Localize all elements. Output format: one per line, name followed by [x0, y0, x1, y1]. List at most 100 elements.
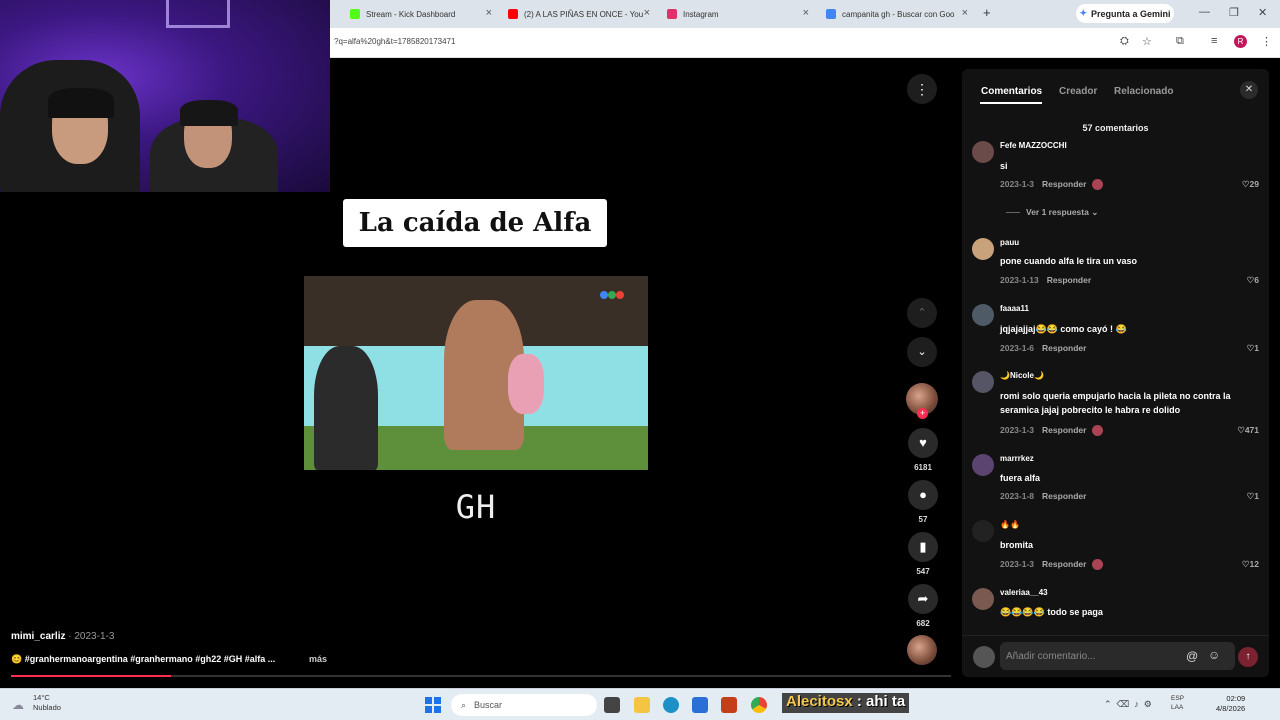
reply-button[interactable]: Responder — [1042, 179, 1086, 189]
url-text[interactable]: ?q=alfa%20gh&t=1785820173471 — [334, 37, 455, 46]
taskbar-clock[interactable]: 02:09 4/8/2026 — [1216, 694, 1245, 714]
minimize-icon[interactable]: — — [1199, 6, 1210, 18]
comment-input[interactable] — [1000, 642, 1235, 670]
commenter-avatar[interactable] — [972, 454, 994, 476]
close-tab-icon[interactable]: × — [486, 7, 492, 19]
commenter-avatar[interactable] — [972, 304, 994, 326]
channel-logo-icon — [600, 286, 630, 299]
comment-button[interactable]: ● — [908, 480, 938, 510]
maximize-icon[interactable]: ❐ — [1229, 6, 1239, 19]
weather-condition: Nublado — [33, 703, 61, 712]
comment-text: pone cuando alfa le tira un vaso — [1000, 256, 1138, 266]
commenter-avatar[interactable] — [972, 238, 994, 260]
close-tab-icon[interactable]: × — [644, 7, 650, 19]
comment-date: 2023-1-3 — [1000, 179, 1035, 189]
commenter-name[interactable]: marrrkez — [1000, 454, 1034, 463]
commenter-name[interactable]: 🔥🔥 — [1000, 520, 1020, 529]
translate-icon[interactable]: ⛭ — [1120, 35, 1129, 48]
description-more-link[interactable]: más — [309, 654, 327, 664]
chrome-menu-icon[interactable]: ⋮ — [1261, 35, 1272, 48]
commenter-name[interactable]: faaaa11 — [1000, 304, 1029, 313]
close-window-icon[interactable]: ✕ — [1258, 6, 1267, 19]
video-author[interactable]: mimi_carliz · 2023-1-3 — [11, 631, 114, 642]
commenter-avatar[interactable] — [972, 588, 994, 610]
creator-liked-avatar — [1092, 425, 1104, 437]
commenter-name[interactable]: pauu — [1000, 238, 1019, 247]
weather-widget[interactable]: 14°C Nublado — [33, 693, 61, 713]
close-tab-icon[interactable]: × — [962, 7, 968, 19]
view-replies-button[interactable]: Ver 1 respuesta ⌄ — [1006, 207, 1098, 218]
commenter-avatar[interactable] — [972, 141, 994, 163]
task-view-icon[interactable] — [604, 697, 620, 713]
send-comment-button[interactable]: ↑ — [1238, 647, 1258, 667]
edge-browser-icon[interactable] — [663, 697, 679, 713]
next-video-button[interactable]: ⌄ — [907, 337, 937, 367]
tab-youtube[interactable]: (2) A LAS PIÑAS EN ONCE - You × — [500, 4, 656, 24]
emoji-icon[interactable]: ☺ — [1208, 648, 1220, 662]
video-player[interactable] — [304, 276, 648, 470]
tab-title: Stream - Kick Dashboard — [366, 9, 456, 19]
author-name[interactable]: mimi_carliz — [11, 631, 65, 642]
comment-date: 2023-1-3 — [1000, 559, 1035, 569]
close-panel-button[interactable]: ✕ — [1240, 81, 1258, 99]
more-options-button[interactable]: ⋮ — [907, 74, 937, 104]
comment-like-button[interactable]: ♡471 — [1237, 425, 1259, 436]
reply-button[interactable]: Responder — [1042, 425, 1086, 435]
comment-like-button[interactable]: ♡1 — [1247, 491, 1259, 502]
search-icon: ⌕ — [461, 699, 467, 710]
gemini-button[interactable]: ✦ Pregunta a Gemini — [1076, 4, 1174, 23]
profile-avatar[interactable]: R — [1234, 35, 1247, 48]
video-progress-bar[interactable] — [11, 675, 951, 677]
tab-related[interactable]: Relacionado — [1114, 86, 1173, 97]
new-tab-button[interactable]: + — [983, 5, 991, 20]
language-indicator[interactable]: ESP LAA — [1171, 694, 1184, 712]
extensions-icon[interactable]: ⧉ — [1176, 35, 1184, 48]
tab-comments[interactable]: Comentarios — [981, 86, 1042, 97]
commenter-avatar[interactable] — [972, 520, 994, 542]
follow-plus-icon[interactable]: + — [917, 408, 928, 419]
commenter-name[interactable]: Fefe MAZZOCCHI — [1000, 141, 1067, 150]
save-count: 547 — [916, 567, 930, 576]
bookmark-star-icon[interactable]: ☆ — [1142, 35, 1152, 48]
user-avatar — [973, 646, 995, 668]
music-disc-avatar[interactable] — [907, 635, 937, 665]
file-explorer-icon[interactable] — [634, 697, 650, 713]
commenter-name[interactable]: 🌙Nicole🌙 — [1000, 371, 1044, 380]
comment-meta: 2023-1-8 Responder — [1000, 491, 1086, 501]
creator-liked-avatar — [1092, 559, 1104, 571]
commenter-name[interactable]: valeriaa__43 — [1000, 588, 1048, 597]
share-count: 682 — [916, 619, 930, 628]
reply-button[interactable]: Responder — [1042, 559, 1086, 569]
store-icon[interactable] — [692, 697, 708, 713]
previous-video-button[interactable]: ⌃ — [907, 298, 937, 328]
like-count: 6181 — [914, 463, 932, 472]
taskbar-search[interactable]: ⌕ Buscar — [451, 694, 597, 716]
comment-date: 2023-1-13 — [1000, 275, 1039, 285]
tab-google-search[interactable]: campanita gh - Buscar con Goo × — [818, 4, 974, 24]
system-tray-icons[interactable]: ⌃ ⌫ ♪ ⚙ — [1104, 699, 1152, 710]
tab-instagram[interactable]: Instagram × — [659, 4, 815, 24]
comment-like-button[interactable]: ♡29 — [1242, 179, 1259, 190]
close-tab-icon[interactable]: × — [803, 7, 809, 19]
reply-button[interactable]: Responder — [1047, 275, 1091, 285]
comment-like-count: 6 — [1254, 275, 1259, 285]
windows-start-icon[interactable] — [425, 697, 441, 713]
powerpoint-icon[interactable] — [721, 697, 737, 713]
comment-like-count: 29 — [1249, 179, 1259, 189]
comment-like-button[interactable]: ♡6 — [1247, 275, 1259, 286]
mention-at-icon[interactable]: @ — [1186, 649, 1198, 663]
reply-button[interactable]: Responder — [1042, 491, 1086, 501]
chrome-icon[interactable] — [751, 697, 767, 713]
reading-list-icon[interactable]: ≡ — [1211, 35, 1217, 47]
comment-like-button[interactable]: ♡1 — [1247, 343, 1259, 354]
comment-like-button[interactable]: ♡12 — [1242, 559, 1259, 570]
share-button[interactable]: ➦ — [908, 584, 938, 614]
reply-button[interactable]: Responder — [1042, 343, 1086, 353]
creator-liked-avatar — [1092, 179, 1104, 191]
tab-creator[interactable]: Creador — [1059, 86, 1097, 97]
tab-kick-dashboard[interactable]: Stream - Kick Dashboard × — [342, 4, 498, 24]
like-button[interactable]: ♥ — [908, 428, 938, 458]
commenter-avatar[interactable] — [972, 371, 994, 393]
clock-time: 02:09 — [1226, 694, 1246, 703]
save-button[interactable]: ▮ — [908, 532, 938, 562]
